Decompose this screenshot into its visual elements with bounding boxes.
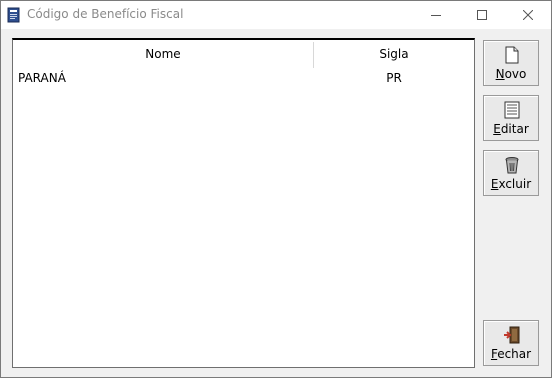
document-app-icon <box>7 7 20 23</box>
novo-button[interactable]: Novo <box>483 40 539 86</box>
trash-icon <box>505 157 519 174</box>
fechar-label: Fechar <box>490 347 532 361</box>
title-bar[interactable]: Código de Benefício Fiscal <box>1 1 551 29</box>
minimize-icon <box>431 15 441 16</box>
new-document-icon <box>505 46 519 64</box>
excluir-button[interactable]: Excluir <box>483 150 539 196</box>
editar-label: Editar <box>493 122 529 136</box>
window: Código de Benefício Fiscal Nome Sigla PA… <box>0 0 552 378</box>
editar-button[interactable]: Editar <box>483 95 539 141</box>
excluir-label: Excluir <box>490 177 532 191</box>
maximize-button[interactable] <box>459 1 505 29</box>
column-header-sigla[interactable]: Sigla <box>314 40 474 68</box>
close-icon <box>523 10 533 20</box>
table-row[interactable]: PARANÁ PR <box>13 68 474 88</box>
cell-sigla[interactable]: PR <box>314 68 474 88</box>
edit-document-icon <box>504 101 520 119</box>
data-grid[interactable]: Nome Sigla PARANÁ PR <box>12 38 475 368</box>
close-button[interactable] <box>505 1 551 29</box>
exit-door-icon <box>504 326 520 344</box>
fechar-button[interactable]: Fechar <box>483 320 539 366</box>
cell-nome[interactable]: PARANÁ <box>18 68 66 88</box>
novo-label: Novo <box>495 67 527 81</box>
maximize-icon <box>477 10 487 20</box>
window-title: Código de Benefício Fiscal <box>27 7 184 21</box>
column-header-nome[interactable]: Nome <box>13 40 313 68</box>
minimize-button[interactable] <box>413 1 459 29</box>
grid-header: Nome Sigla <box>13 40 474 68</box>
